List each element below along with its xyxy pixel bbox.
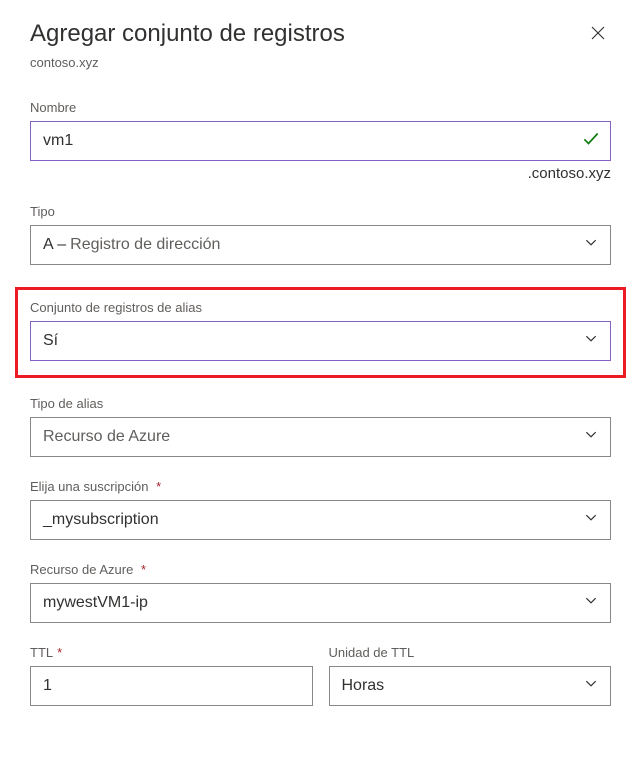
- close-button[interactable]: [585, 20, 611, 51]
- alias-set-highlighted-group: Conjunto de registros de alias Sí: [15, 287, 626, 378]
- required-mark: *: [57, 645, 62, 660]
- ttl-label: TTL*: [30, 645, 313, 660]
- chevron-down-icon: [584, 677, 598, 696]
- close-icon: [589, 29, 607, 46]
- ttl-input[interactable]: [30, 666, 313, 706]
- alias-set-select[interactable]: Sí: [30, 321, 611, 361]
- chevron-down-icon: [584, 332, 598, 351]
- ttl-unit-select[interactable]: Horas: [329, 666, 612, 706]
- chevron-down-icon: [584, 236, 598, 255]
- azure-resource-label: Recurso de Azure *: [30, 562, 611, 577]
- subtitle: contoso.xyz: [30, 55, 611, 70]
- alias-type-value: Recurso de Azure: [43, 428, 170, 446]
- page-title: Agregar conjunto de registros: [30, 20, 345, 48]
- required-mark: *: [156, 479, 161, 494]
- chevron-down-icon: [584, 428, 598, 447]
- alias-set-label: Conjunto de registros de alias: [30, 300, 611, 315]
- ttl-unit-label: Unidad de TTL: [329, 645, 612, 660]
- type-value: Registro de dirección: [70, 236, 220, 254]
- alias-type-label: Tipo de alias: [30, 396, 611, 411]
- type-prefix: A –: [43, 236, 66, 254]
- alias-type-select[interactable]: Recurso de Azure: [30, 417, 611, 457]
- alias-set-value: Sí: [43, 332, 58, 350]
- azure-resource-select[interactable]: mywestVM1-ip: [30, 583, 611, 623]
- checkmark-icon: [581, 129, 601, 154]
- type-label: Tipo: [30, 204, 611, 219]
- chevron-down-icon: [584, 511, 598, 530]
- required-mark: *: [141, 562, 146, 577]
- chevron-down-icon: [584, 594, 598, 613]
- domain-suffix: .contoso.xyz: [30, 165, 611, 182]
- subscription-select[interactable]: _mysubscription: [30, 500, 611, 540]
- subscription-label: Elija una suscripción *: [30, 479, 611, 494]
- ttl-unit-value: Horas: [342, 677, 385, 695]
- name-input[interactable]: [30, 121, 611, 161]
- type-select[interactable]: A – Registro de dirección: [30, 225, 611, 265]
- subscription-value: _mysubscription: [43, 511, 159, 529]
- name-label: Nombre: [30, 100, 611, 115]
- azure-resource-value: mywestVM1-ip: [43, 594, 148, 612]
